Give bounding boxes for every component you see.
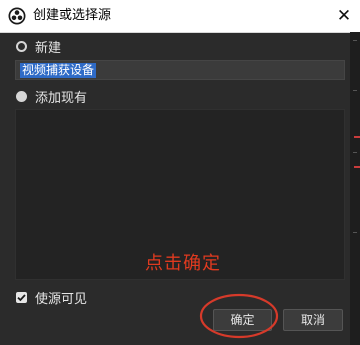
background-window-edge	[350, 32, 360, 345]
create-new-label: 新建	[35, 40, 62, 56]
source-name-input[interactable]: 视频捕获设备	[15, 60, 345, 80]
create-select-source-dialog: 创建或选择源 ✕ 新建 视频捕获设备 添加现有 点击确定 使源可见 确定 取消	[0, 0, 360, 345]
add-existing-label: 添加现有	[35, 90, 88, 106]
create-new-option[interactable]: 新建	[16, 37, 62, 56]
source-name-value: 视频捕获设备	[20, 62, 97, 78]
make-visible-checkbox[interactable]	[16, 291, 27, 303]
add-existing-option[interactable]: 添加现有	[16, 87, 88, 106]
close-icon[interactable]: ✕	[334, 6, 354, 26]
make-visible-label: 使源可见	[35, 291, 88, 307]
create-new-radio[interactable]	[16, 40, 27, 52]
title-bar: 创建或选择源 ✕	[0, 0, 360, 33]
add-existing-radio[interactable]	[16, 90, 27, 102]
highlight-circle	[199, 293, 279, 339]
make-visible-option[interactable]: 使源可见	[16, 288, 88, 307]
dialog-title: 创建或选择源	[33, 8, 112, 23]
cancel-button[interactable]: 取消	[283, 309, 343, 331]
annotation-text: 点击确定	[145, 253, 221, 274]
obs-logo-icon	[8, 7, 26, 25]
checkmark-icon	[17, 293, 26, 301]
